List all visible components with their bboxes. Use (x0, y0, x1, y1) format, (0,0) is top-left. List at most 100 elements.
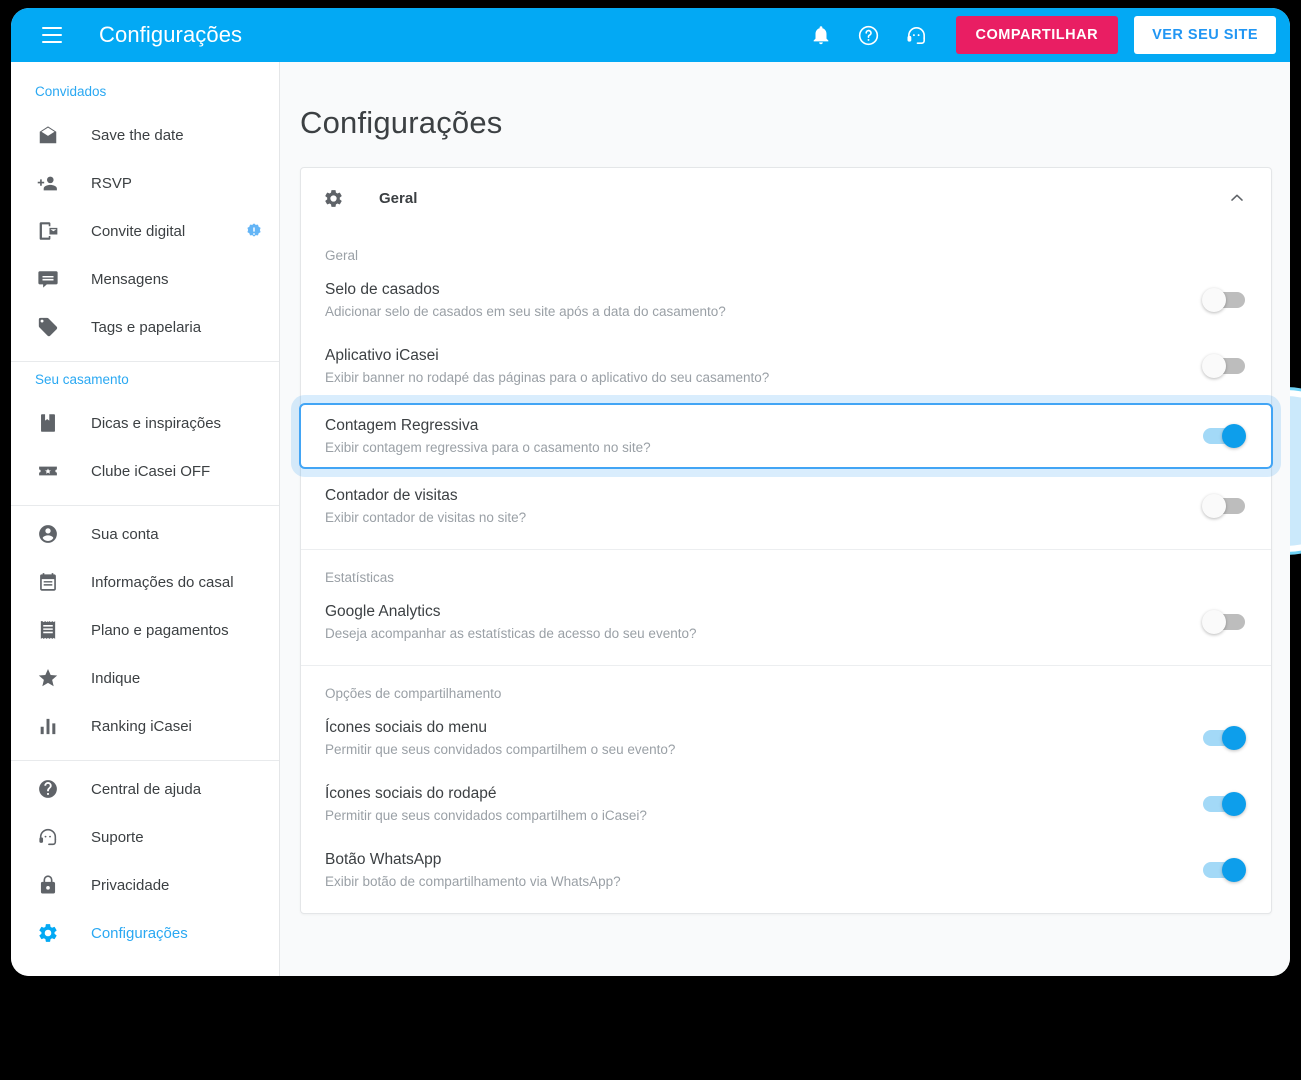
setting-row[interactable]: Ícones sociais do rodapé Permitir que seu… (301, 771, 1271, 837)
star-icon (35, 665, 61, 691)
setting-row-texts: Aplicativo iCasei Exibir banner no rodapé… (325, 347, 1185, 385)
bell-icon[interactable] (808, 22, 834, 48)
sidebar-group: Seu casamento Dicas e inspirações Clube iC… (11, 362, 279, 506)
person-add-icon (35, 170, 61, 196)
settings-card: Geral Geral Selo de casados Adicionar selo… (299, 167, 1273, 914)
sidebar-item-privacidade[interactable]: Privacidade (11, 861, 279, 909)
calendar-note-icon (35, 569, 61, 595)
sidebar-item-label: Plano e pagamentos (91, 621, 229, 639)
setting-toggle[interactable] (1203, 792, 1246, 816)
setting-title: Google Analytics (325, 603, 441, 620)
sidebar-group-header: Seu casamento (35, 372, 129, 387)
sidebar-item-mensagens[interactable]: Mensagens (11, 255, 279, 303)
setting-toggle[interactable] (1203, 858, 1246, 882)
alert-badge-icon (245, 222, 263, 240)
card-header-geral[interactable]: Geral (301, 168, 1271, 228)
chevron-up-icon[interactable] (1227, 188, 1247, 208)
sidebar-item-informa-es-do-casal[interactable]: Informações do casal (11, 558, 279, 606)
setting-subtitle: Deseja acompanhar as estatísticas de ace… (325, 626, 697, 641)
toggle-knob (1202, 288, 1226, 312)
setting-toggle[interactable] (1202, 610, 1245, 634)
sidebar-item-clube-icasei-off[interactable]: Clube iCasei OFF (11, 447, 279, 495)
setting-row[interactable]: Selo de casados Adicionar selo de casados… (301, 267, 1271, 333)
setting-row-texts: Ícones sociais do rodapé Permitir que seu… (325, 785, 1185, 823)
sidebar-item-sua-conta[interactable]: Sua conta (11, 510, 279, 558)
body: Convidados Save the date RSVP Convite digit… (11, 62, 1290, 976)
tag-icon (35, 314, 61, 340)
settings-section: Geral Selo de casados Adicionar selo de ca… (299, 228, 1273, 549)
headset-icon (35, 824, 61, 850)
setting-title: Botão WhatsApp (325, 851, 442, 868)
setting-row[interactable]: Google Analytics Deseja acompanhar as est… (301, 589, 1271, 655)
setting-toggle[interactable] (1203, 726, 1246, 750)
toggle-knob (1202, 354, 1226, 378)
setting-row[interactable]: Aplicativo iCasei Exibir banner no rodapé… (301, 333, 1271, 399)
sidebar-item-label: Dicas e inspirações (91, 414, 222, 432)
sidebar-item-label: Indique (91, 669, 141, 687)
share-button[interactable]: COMPARTILHAR (955, 16, 1119, 54)
hamburger-icon[interactable] (35, 18, 69, 52)
sidebar-item-plano-e-pagamentos[interactable]: Plano e pagamentos (11, 606, 279, 654)
sidebar-item-dicas-e-inspira-es[interactable]: Dicas e inspirações (11, 399, 279, 447)
headset-icon[interactable] (904, 22, 930, 48)
sidebar-item-save-the-date[interactable]: Save the date (11, 111, 279, 159)
setting-toggle[interactable] (1203, 424, 1246, 448)
setting-toggle[interactable] (1202, 288, 1245, 312)
setting-title: Contador de visitas (325, 487, 458, 504)
section-rows: Ícones sociais do menu Permitir que seus … (301, 705, 1271, 913)
sidebar-group: Central de ajuda Suporte Privacidade Config… (11, 761, 279, 967)
sidebar-item-central-de-ajuda[interactable]: Central de ajuda (11, 765, 279, 813)
setting-subtitle: Permitir que seus convidados compartilhe… (325, 742, 676, 757)
section-label: Estatísticas (325, 570, 395, 585)
setting-row-texts: Selo de casados Adicionar selo de casados… (325, 281, 1185, 319)
setting-subtitle: Exibir banner no rodapé das páginas para… (325, 370, 770, 385)
setting-row[interactable]: Contador de visitas Exibir contador de vi… (301, 473, 1271, 539)
sidebar-item-label: Informações do casal (91, 573, 234, 591)
gear-icon (323, 188, 347, 209)
sidebar-item-suporte[interactable]: Suporte (11, 813, 279, 861)
main-content: Configurações Geral Geral Selo de casado… (280, 62, 1290, 976)
setting-subtitle: Exibir contagem regressiva para o casame… (325, 440, 651, 455)
setting-title: Selo de casados (325, 281, 440, 298)
setting-row-texts: Contagem Regressiva Exibir contagem regre… (325, 417, 1185, 455)
setting-title: Contagem Regressiva (325, 417, 479, 434)
sidebar-item-tags-e-papelaria[interactable]: Tags e papelaria (11, 303, 279, 351)
sidebar-item-configura-es[interactable]: Configurações (11, 909, 279, 957)
setting-row[interactable]: Ícones sociais do menu Permitir que seus … (301, 705, 1271, 771)
setting-row-texts: Contador de visitas Exibir contador de vi… (325, 487, 1185, 525)
sidebar-item-label: Tags e papelaria (91, 318, 202, 336)
sidebar-item-rsvp[interactable]: RSVP (11, 159, 279, 207)
book-icon (35, 410, 61, 436)
setting-toggle[interactable] (1202, 354, 1245, 378)
sidebar-group-header: Convidados (35, 84, 107, 99)
sidebar-item-ranking-icasei[interactable]: Ranking iCasei (11, 702, 279, 750)
top-app-bar: Configurações COMPARTILHAR VER SEU SITE (11, 8, 1290, 62)
setting-row-texts: Google Analytics Deseja acompanhar as est… (325, 603, 1185, 641)
gear-icon (35, 920, 61, 946)
sidebar: Convidados Save the date RSVP Convite digit… (11, 62, 280, 976)
toggle-knob (1222, 792, 1246, 816)
setting-subtitle: Exibir botão de compartilhamento via Wha… (325, 874, 621, 889)
help-circle-icon[interactable] (856, 22, 882, 48)
setting-toggle[interactable] (1202, 494, 1245, 518)
toggle-knob (1222, 858, 1246, 882)
view-site-button[interactable]: VER SEU SITE (1134, 16, 1276, 54)
setting-row[interactable]: Contagem Regressiva Exibir contagem regre… (299, 403, 1273, 469)
sidebar-item-label: Ranking iCasei (91, 717, 192, 735)
settings-section: Estatísticas Google Analytics Deseja acomp… (301, 549, 1271, 665)
card-header-title: Geral (379, 189, 418, 207)
account-circle-icon (35, 521, 61, 547)
setting-title: Aplicativo iCasei (325, 347, 439, 364)
setting-subtitle: Exibir contador de visitas no site? (325, 510, 527, 525)
message-icon (35, 266, 61, 292)
section-rows: Google Analytics Deseja acompanhar as est… (301, 589, 1271, 665)
sidebar-item-label: Privacidade (91, 876, 170, 894)
toggle-knob (1202, 610, 1226, 634)
section-rows: Selo de casados Adicionar selo de casados… (299, 267, 1273, 549)
sidebar-item-convite-digital[interactable]: Convite digital (11, 207, 279, 255)
sidebar-item-indique[interactable]: Indique (11, 654, 279, 702)
setting-title: Ícones sociais do menu (325, 719, 487, 736)
settings-section: Opções de compartilhamento Ícones sociais… (301, 665, 1271, 913)
setting-row[interactable]: Botão WhatsApp Exibir botão de compartilh… (301, 837, 1271, 903)
mobile-invite-icon (35, 218, 61, 244)
